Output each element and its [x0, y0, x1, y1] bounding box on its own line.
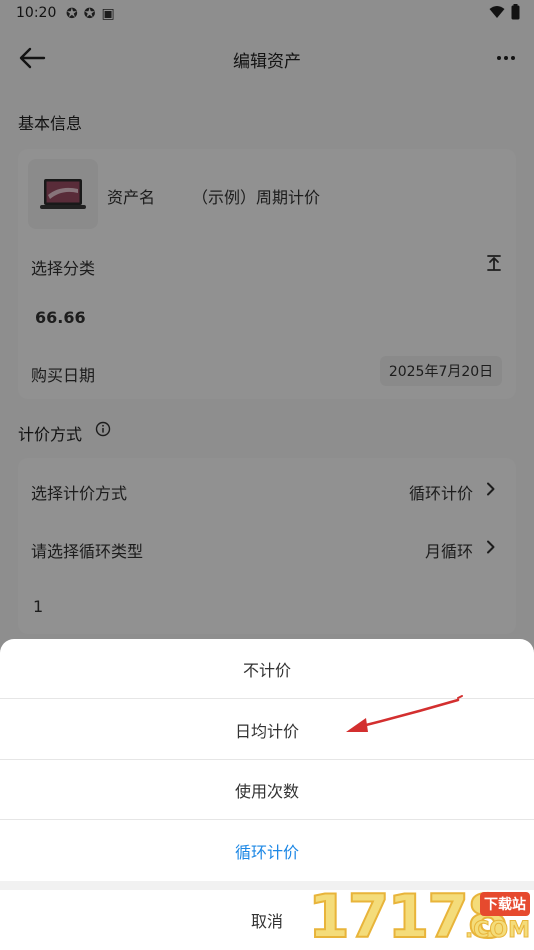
- divider: [0, 819, 534, 820]
- annotation-arrow-icon: [346, 695, 463, 732]
- sheet-option-cycle-selected[interactable]: 循环计价: [0, 821, 534, 881]
- watermark-badge: 下载站: [480, 892, 530, 916]
- sheet-option-usage[interactable]: 使用次数: [0, 760, 534, 820]
- sheet-option-none[interactable]: 不计价: [0, 639, 534, 699]
- watermark-logo: 17178 下载站 .COM: [307, 883, 534, 950]
- watermark-domain: .COM: [464, 918, 530, 944]
